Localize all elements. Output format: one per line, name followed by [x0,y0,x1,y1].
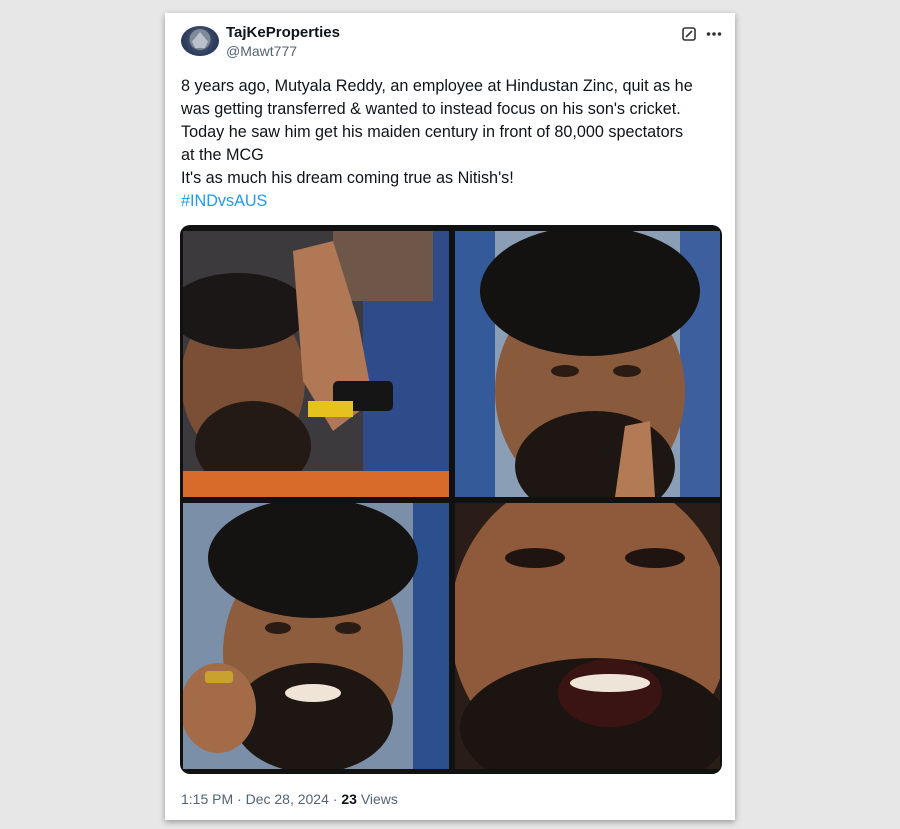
tweet-card: TajKeProperties @Mawt777 8 years ago, Mu… [165,13,735,820]
views-count: 23 [341,791,357,807]
tweet-time[interactable]: 1:15 PM [181,791,233,807]
media-grid[interactable] [180,225,722,774]
avatar-image [192,32,208,48]
more-options-icon[interactable] [705,25,723,43]
tweet-text-line: was getting transferred & wanted to inst… [181,100,681,118]
hashtag-link[interactable]: #INDvsAUS [181,192,267,210]
tweet-text-line: 8 years ago, Mutyala Reddy, an employee … [181,77,693,95]
grok-icon[interactable] [680,25,698,43]
user-handle[interactable]: @Mawt777 [226,43,297,59]
tweet-text-line: It's as much his dream coming true as Ni… [181,169,514,187]
tweet-text-line: at the MCG [181,146,264,164]
photo-crying-man-praying[interactable] [183,231,449,497]
tweet-text-line: Today he saw him get his maiden century … [181,123,684,141]
meta-separator: · [332,791,338,807]
tweet-date[interactable]: Dec 28, 2024 [246,791,329,807]
photo-man-crying-closeup[interactable] [455,503,720,769]
avatar[interactable] [181,26,219,56]
display-name[interactable]: TajKeProperties [226,24,340,41]
photo-man-hands-folded[interactable] [455,231,720,497]
photo-man-fist-raised[interactable] [183,503,449,769]
meta-separator: · [237,791,242,807]
tweet-text: 8 years ago, Mutyala Reddy, an employee … [181,75,721,213]
tweet-metadata: 1:15 PM · Dec 28, 2024 · 23 Views [181,791,398,807]
views-label: Views [360,791,398,807]
